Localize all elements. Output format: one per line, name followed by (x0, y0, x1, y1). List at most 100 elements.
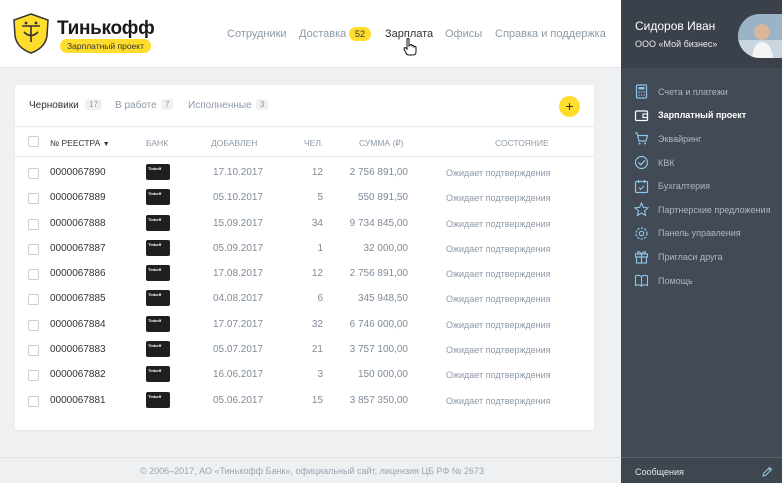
sidebar-item-accounting[interactable]: Бухгалтерия (621, 174, 782, 198)
sum-amount: 2 756 891,00 (349, 268, 408, 280)
select-all-checkbox[interactable] (28, 136, 39, 147)
bank-card-logo: Tinkoff (148, 317, 162, 323)
status-text: Ожидает подтверждения (446, 395, 551, 406)
calculator-icon (635, 84, 648, 99)
sidebar-item-label: Партнерские предложения (658, 204, 771, 215)
table-row[interactable]: 0000067884 Tinkoff 17.07.2017 32 6 746 0… (15, 313, 594, 338)
messages-label: Сообщения (635, 467, 684, 477)
registry-number[interactable]: 0000067881 (50, 395, 106, 406)
sidebar-item-control-panel[interactable]: Панель управления (621, 222, 782, 246)
status-text: Ожидает подтверждения (446, 370, 551, 381)
sidebar-item-invite-friend[interactable]: Пригласи друга (621, 245, 782, 269)
sidebar-item-label: Зарплатный проект (658, 110, 747, 121)
bank-card-icon: Tinkoff (146, 189, 170, 206)
date-added: 05.07.2017 (213, 344, 264, 356)
people-count: 12 (311, 268, 323, 280)
people-count: 21 (311, 344, 323, 356)
nav-item-delivery[interactable]: Доставка (299, 28, 346, 40)
registry-number[interactable]: 0000067886 (50, 268, 106, 279)
messages-bar[interactable]: Сообщения (621, 457, 782, 483)
people-count: 6 (317, 293, 323, 305)
table-row[interactable]: 0000067885 Tinkoff 04.08.2017 6 345 948,… (15, 287, 594, 312)
table-row[interactable]: 0000067881 Tinkoff 05.06.2017 15 3 857 3… (15, 389, 594, 414)
sidebar-item-salary-project[interactable]: Зарплатный проект (621, 104, 782, 128)
hand-cursor-icon (403, 38, 417, 56)
registry-number[interactable]: 0000067889 (50, 192, 106, 203)
nav-item-employees[interactable]: Сотрудники (227, 28, 287, 40)
registry-number[interactable]: 0000067887 (50, 243, 106, 254)
people-count: 15 (311, 394, 323, 406)
tab-drafts[interactable]: Черновики (29, 100, 79, 111)
header-registry-number[interactable]: № РЕЕСТРА ▼ (50, 138, 110, 148)
add-registry-button[interactable]: + (559, 96, 580, 117)
table-body: 0000067890 Tinkoff 17.10.2017 12 2 756 8… (15, 161, 594, 414)
sort-down-icon: ▼ (102, 141, 110, 148)
bank-card-icon: Tinkoff (146, 239, 170, 256)
sum-amount: 3 857 350,00 (349, 394, 408, 406)
registry-number[interactable]: 0000067885 (50, 293, 106, 304)
status-tabs: Черновики 17 В работе 7 Исполненные 3 + (15, 85, 594, 127)
date-added: 05.10.2017 (213, 192, 264, 204)
row-checkbox[interactable] (28, 243, 39, 255)
row-checkbox[interactable] (28, 269, 39, 281)
pencil-icon[interactable] (761, 466, 773, 478)
people-count: 1 (317, 242, 323, 254)
table-row[interactable]: 0000067886 Tinkoff 17.08.2017 12 2 756 8… (15, 262, 594, 287)
registry-number[interactable]: 0000067888 (50, 218, 106, 229)
sidebar-item-kvk[interactable]: КВК (621, 151, 782, 175)
sum-amount: 150 000,00 (357, 369, 408, 381)
bank-card-logo: Tinkoff (148, 216, 162, 222)
gift-icon (634, 251, 649, 265)
row-checkbox[interactable] (28, 294, 39, 306)
check-badge-icon (634, 155, 649, 170)
row-checkbox[interactable] (28, 168, 39, 179)
book-icon (634, 274, 649, 287)
table-row[interactable]: 0000067888 Tinkoff 15.09.2017 34 9 734 8… (15, 212, 594, 237)
row-checkbox[interactable] (28, 193, 39, 205)
row-checkbox[interactable] (28, 345, 39, 357)
table-row[interactable]: 0000067887 Tinkoff 05.09.2017 1 32 000,0… (15, 237, 594, 262)
sidebar-menu: Счета и платежи Зарплатный проект Эквайр… (621, 80, 782, 292)
avatar[interactable] (738, 14, 782, 58)
nav-item-help[interactable]: Справка и поддержка (495, 28, 606, 40)
sidebar-item-label: КВК (658, 157, 675, 168)
bank-card-icon: Tinkoff (146, 290, 170, 307)
header-added: ДОБАВЛЕН (211, 138, 258, 148)
bank-card-logo: Tinkoff (148, 166, 162, 171)
table-row[interactable]: 0000067883 Tinkoff 05.07.2017 21 3 757 1… (15, 338, 594, 363)
registry-number[interactable]: 0000067884 (50, 319, 106, 330)
sum-amount: 550 891,50 (357, 192, 408, 204)
bank-card-icon: Tinkoff (146, 164, 170, 180)
row-checkbox[interactable] (28, 395, 39, 407)
nav-item-offices[interactable]: Офисы (445, 28, 482, 40)
tab-drafts-count: 17 (85, 99, 102, 110)
table-row[interactable]: 0000067882 Tinkoff 16.06.2017 3 150 000,… (15, 363, 594, 388)
status-text: Ожидает подтверждения (446, 294, 551, 305)
header-registry-label: № РЕЕСТРА (50, 138, 101, 148)
tab-in-progress[interactable]: В работе (115, 100, 157, 111)
status-text: Ожидает подтверждения (446, 269, 551, 280)
main-nav: Сотрудники Доставка Зарплата Офисы Справ… (0, 28, 621, 44)
sum-amount: 3 757 100,00 (349, 344, 408, 356)
tab-completed[interactable]: Исполненные (188, 100, 252, 111)
table-row[interactable]: 0000067889 Tinkoff 05.10.2017 5 550 891,… (15, 186, 594, 211)
sidebar-item-help[interactable]: Помощь (621, 269, 782, 293)
user-profile[interactable]: Сидоров Иван ООО «Мой бизнес» (621, 0, 782, 68)
table-row[interactable]: 0000067890 Tinkoff 17.10.2017 12 2 756 8… (15, 161, 594, 186)
row-checkbox[interactable] (28, 370, 39, 382)
sidebar-item-partner-offers[interactable]: Партнерские предложения (621, 198, 782, 222)
star-icon (634, 202, 649, 217)
wallet-icon (634, 110, 649, 121)
header-status: СОСТОЯНИЕ (495, 138, 549, 148)
registry-number[interactable]: 0000067883 (50, 344, 106, 355)
status-text: Ожидает подтверждения (446, 193, 551, 204)
sidebar-item-accounts[interactable]: Счета и платежи (621, 80, 782, 104)
status-text: Ожидает подтверждения (446, 243, 551, 254)
people-count: 3 (317, 369, 323, 381)
row-checkbox[interactable] (28, 319, 39, 331)
row-checkbox[interactable] (28, 218, 39, 230)
registry-number[interactable]: 0000067890 (50, 167, 106, 178)
registry-number[interactable]: 0000067882 (50, 369, 106, 380)
table-header: № РЕЕСТРА ▼ БАНК ДОБАВЛЕН ЧЕЛ. СУММА (₽)… (15, 127, 594, 157)
sidebar-item-acquiring[interactable]: Эквайринг (621, 127, 782, 151)
